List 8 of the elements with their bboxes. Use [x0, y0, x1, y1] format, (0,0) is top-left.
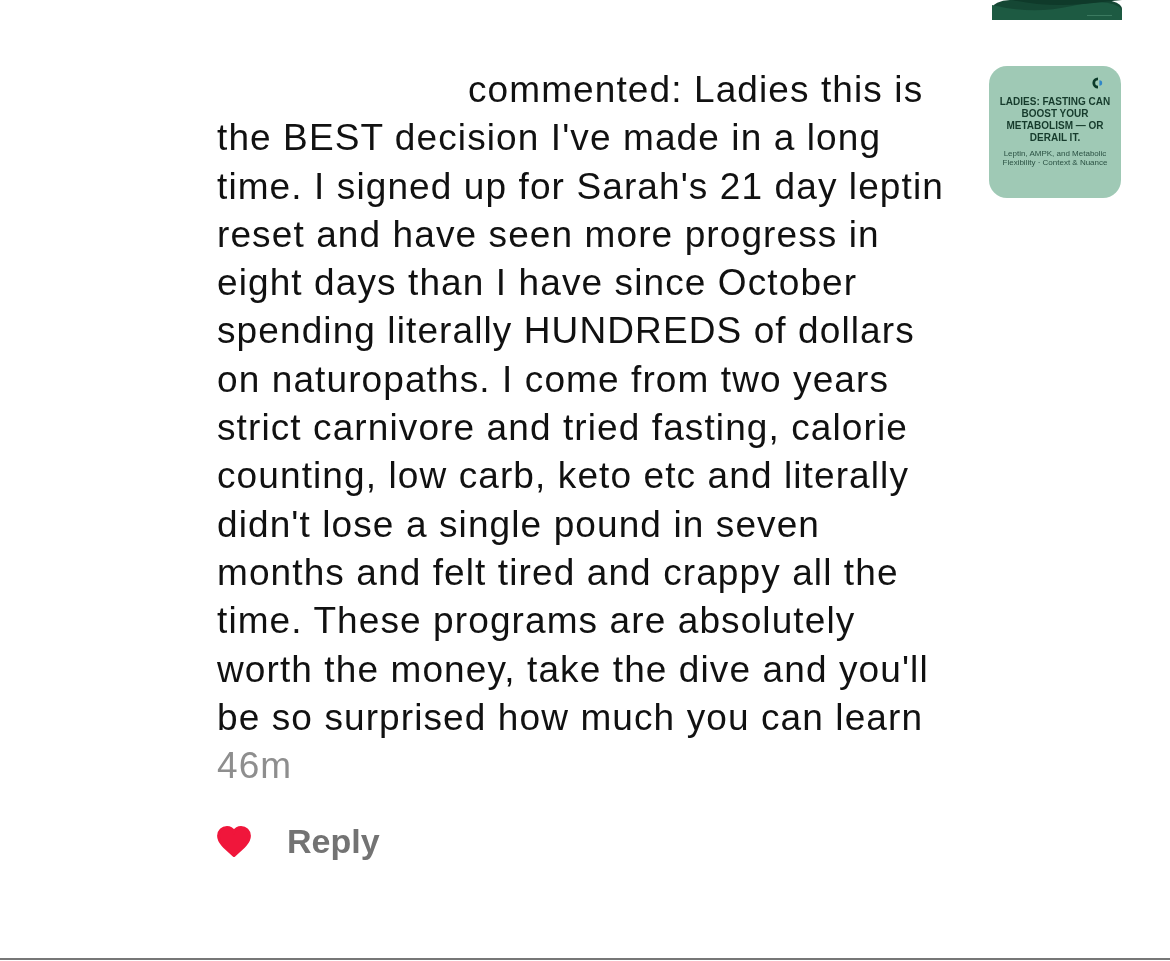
reply-button[interactable]: Reply — [287, 822, 380, 862]
heart-icon[interactable] — [217, 826, 251, 858]
timestamp: 46m — [217, 745, 293, 787]
post-thumbnail[interactable]: LADIES: FASTING CAN BOOST YOUR METABOLISM — OR DERAIL IT. Leptin, AMPK, and Metabolic Flexibility · Context & Nuance — [989, 66, 1121, 198]
logo-icon — [1091, 76, 1105, 90]
comment-text: commented: Ladies this is the BEST decision I've made in a long time. I signed up for Sarah's 21 day leptin reset and have seen more progress in eight days than I have since October spending literally HUNDREDS of dollars on naturopaths. I come from two years strict carnivore and tried fasting, calorie counting, low carb, keto etc and literally didn't lose a single pound in seven months and felt tired and crappy all the time. These programs are absolutely worth the money, take the dive and you'll be so surprised how much you can learn 46m — [217, 68, 945, 789]
thumbnail-subtitle: Leptin, AMPK, and Metabolic Flexibility · Context & Nuance — [1001, 149, 1109, 167]
thumbnail-headline: LADIES: FASTING CAN BOOST YOUR METABOLISM — OR DERAIL IT. — [998, 96, 1112, 144]
